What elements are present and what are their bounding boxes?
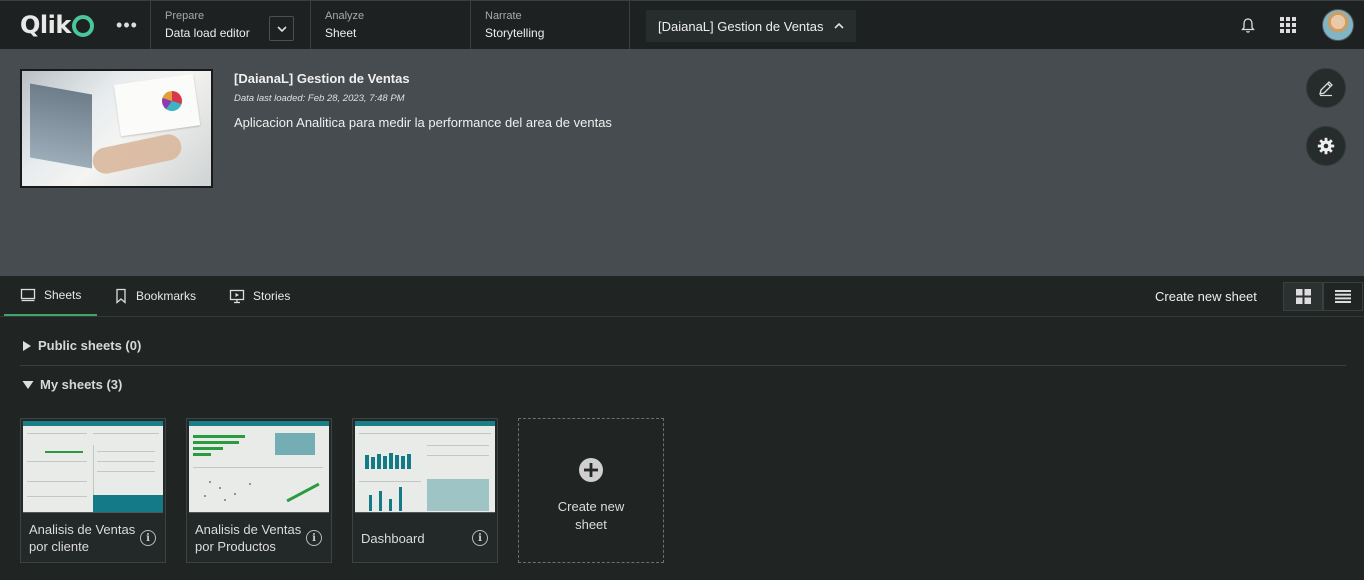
my-sheets-toggle[interactable]: My sheets (3) [22, 377, 122, 392]
app-title: [DaianaL] Gestion de Ventas [658, 18, 824, 34]
info-icon[interactable]: i [306, 530, 322, 546]
top-bar: Qlik ••• Prepare Data load editor Analyz… [0, 0, 1364, 49]
apps-grid-icon [1280, 17, 1296, 33]
tab-stories-label: Stories [253, 289, 291, 303]
public-sheets-label: Public sheets (0) [38, 338, 142, 353]
prepare-dropdown-button[interactable] [269, 16, 294, 41]
stories-icon [229, 289, 245, 303]
chevron-down-icon [276, 25, 287, 32]
info-icon[interactable]: i [140, 530, 156, 546]
app-settings-button[interactable] [1306, 126, 1346, 166]
nav-analyze[interactable]: Analyze Sheet [310, 1, 470, 49]
edit-details-button[interactable] [1306, 68, 1346, 108]
apps-menu-button[interactable] [1268, 17, 1308, 33]
section-divider [20, 365, 1346, 366]
sheet-title: Analisis de Ventas por Productos [195, 522, 302, 554]
qlik-logo[interactable]: Qlik [0, 1, 104, 49]
info-icon[interactable]: i [472, 530, 488, 546]
list-view-button[interactable] [1323, 282, 1363, 311]
nav-analyze-label: Analyze [325, 10, 365, 22]
tab-bookmarks[interactable]: Bookmarks [114, 276, 196, 316]
sheet-card[interactable]: Analisis de Ventas por Productos i [186, 418, 332, 563]
notifications-button[interactable] [1228, 17, 1268, 34]
sheet-card[interactable]: Analisis de Ventas por cliente i [20, 418, 166, 563]
my-sheets-label: My sheets (3) [40, 377, 123, 392]
app-name: [DaianaL] Gestion de Ventas [234, 71, 410, 86]
public-sheets-toggle[interactable]: Public sheets (0) [22, 338, 141, 353]
nav-analyze-value: Sheet [325, 26, 357, 40]
data-last-loaded: Data last loaded: Feb 28, 2023, 7:48 PM [234, 93, 405, 104]
caret-down-icon [22, 380, 34, 389]
tab-bookmarks-label: Bookmarks [136, 289, 197, 303]
pencil-icon [1319, 81, 1333, 97]
nav-narrate[interactable]: Narrate Storytelling [470, 1, 630, 49]
sheet-thumbnail [355, 421, 495, 513]
sheet-thumbnail [189, 421, 329, 513]
content-tabs-bar: Sheets Bookmarks Stories Create new shee… [0, 276, 1364, 317]
caret-right-icon [23, 340, 31, 351]
tab-sheets[interactable]: Sheets [4, 276, 97, 316]
nav-narrate-value: Storytelling [485, 26, 545, 40]
nav-narrate-label: Narrate [485, 10, 522, 22]
gear-icon [1317, 137, 1335, 155]
grid-view-button[interactable] [1283, 282, 1323, 311]
create-new-sheet-label: Create new sheet [557, 499, 625, 532]
tab-sheets-label: Sheets [44, 288, 82, 302]
app-description: Aplicacion Analitica para medir la perfo… [234, 115, 612, 130]
sheet-title: Analisis de Ventas por cliente [29, 522, 136, 554]
plus-circle-icon [579, 458, 603, 482]
sheet-thumbnail [23, 421, 163, 513]
view-toggle [1283, 282, 1364, 311]
bell-icon [1241, 17, 1255, 33]
bookmark-icon [116, 288, 126, 304]
sheet-card[interactable]: Dashboard i [352, 418, 498, 563]
sheet-title: Dashboard [361, 531, 425, 546]
chevron-up-icon [833, 23, 844, 29]
nav-prepare[interactable]: Prepare Data load editor [150, 1, 310, 49]
user-avatar[interactable] [1322, 9, 1354, 41]
create-new-sheet-card[interactable]: Create new sheet [518, 418, 664, 563]
sheet-icon [20, 288, 36, 302]
app-title-button[interactable]: [DaianaL] Gestion de Ventas [646, 10, 856, 42]
tab-stories[interactable]: Stories [229, 276, 290, 316]
grid-view-icon [1295, 289, 1311, 304]
app-header: [DaianaL] Gestion de Ventas Data last lo… [0, 49, 1364, 276]
create-new-sheet-button[interactable]: Create new sheet [1155, 289, 1257, 304]
more-menu-icon[interactable]: ••• [104, 1, 150, 49]
list-view-icon [1335, 290, 1351, 303]
app-thumbnail-image [20, 69, 213, 188]
